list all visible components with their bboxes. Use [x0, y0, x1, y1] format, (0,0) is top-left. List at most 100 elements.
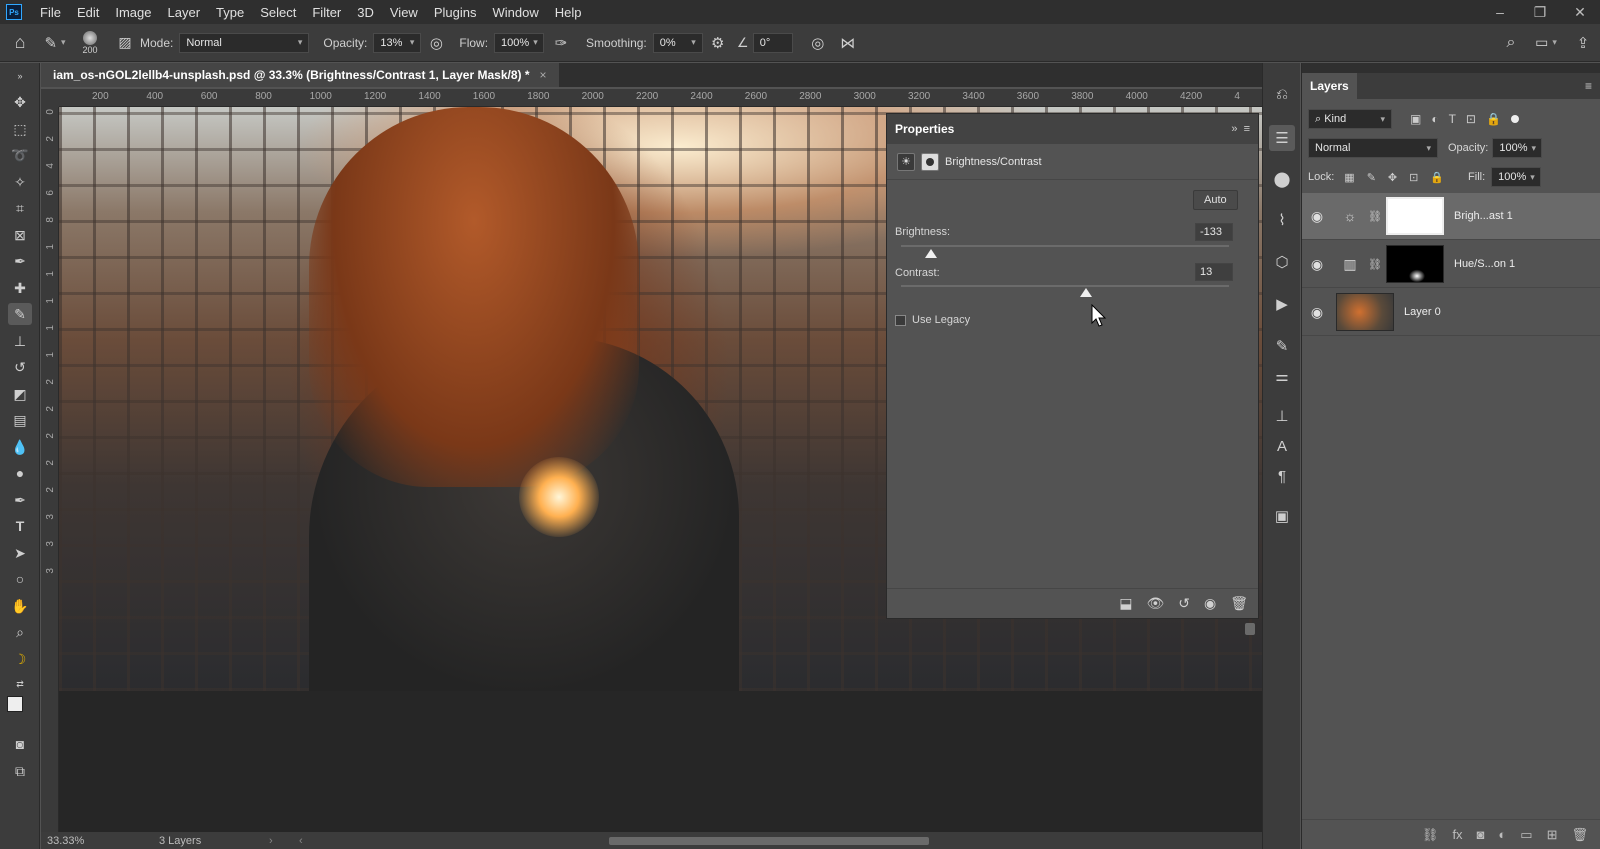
workspace-icon[interactable]: ▭ ▾	[1526, 34, 1566, 51]
brush-tool-icon[interactable]: ✎	[8, 303, 32, 325]
visibility-eye-icon[interactable]: ◉	[1302, 304, 1332, 321]
default-colors-icon[interactable]: ⇄	[8, 673, 32, 695]
paragraph-panel-icon[interactable]: ¶	[1269, 463, 1295, 489]
airbrush-icon[interactable]: ✑	[544, 34, 578, 52]
brush-size-picker[interactable]: 200	[70, 30, 110, 55]
pressure-opacity-icon[interactable]: ◎	[421, 34, 451, 52]
contrast-field[interactable]: 13	[1195, 263, 1233, 281]
layer-kind-filter[interactable]: ⌕ Kind ▾	[1308, 109, 1392, 129]
brightness-field[interactable]: -133	[1195, 223, 1233, 241]
new-adjustment-icon[interactable]: ◐	[1498, 827, 1506, 842]
libraries-panel-icon[interactable]: ▣	[1269, 503, 1295, 529]
type-tool-icon[interactable]: T	[8, 515, 32, 537]
quick-mask-icon[interactable]: ◙	[8, 733, 32, 755]
adjustments-panel-icon[interactable]: ⚌	[1269, 363, 1295, 389]
close-window-icon[interactable]: ✕	[1560, 0, 1600, 24]
lock-icons[interactable]: ▦✎✥⊡🔒	[1344, 171, 1456, 184]
zoom-tool-icon[interactable]: ⌕	[8, 621, 32, 643]
blend-mode-select[interactable]: Normal ▾	[1308, 138, 1438, 158]
move-tool-icon[interactable]: ✥	[8, 91, 32, 113]
brush-preset-icon[interactable]: ✎ ▾	[40, 34, 70, 52]
filter-toggle-icon[interactable]	[1510, 115, 1519, 123]
layer-row-hue-saturation[interactable]: ◉ ▥ ⛓ Hue/S...on 1	[1302, 241, 1600, 288]
foreground-color-swatch[interactable]	[7, 696, 23, 712]
auto-button[interactable]: Auto	[1193, 190, 1238, 210]
menu-file[interactable]: File	[32, 5, 69, 20]
clip-to-layer-icon[interactable]: ⬓	[1119, 595, 1132, 612]
layer-row-layer-0[interactable]: ◉ Layer 0	[1302, 289, 1600, 336]
menu-image[interactable]: Image	[107, 5, 159, 20]
use-legacy-row[interactable]: Use Legacy	[895, 314, 970, 326]
menu-type[interactable]: Type	[208, 5, 252, 20]
screen-mode-icon[interactable]: ⧉	[8, 760, 32, 782]
layers-menu-icon[interactable]: ≡	[1585, 79, 1592, 93]
link-icon[interactable]: ⛓	[1368, 210, 1386, 223]
delete-layer-icon[interactable]: 🗑	[1571, 827, 1588, 843]
eraser-tool-icon[interactable]: ◩	[8, 383, 32, 405]
brightness-sun-icon[interactable]: ☀	[897, 152, 915, 171]
trash-icon[interactable]: 🗑	[1230, 595, 1248, 612]
menu-plugins[interactable]: Plugins	[426, 5, 485, 20]
contrast-slider[interactable]	[901, 285, 1229, 287]
lasso-tool-icon[interactable]: ➰	[8, 144, 32, 166]
mask-icon[interactable]	[921, 152, 939, 171]
layers-tab[interactable]: Layers	[1302, 73, 1357, 99]
visibility-eye-icon[interactable]: ◉	[1204, 595, 1216, 612]
pen-tool-icon[interactable]: ✒	[8, 489, 32, 511]
panel-menu-icon[interactable]: ≡	[1244, 123, 1250, 135]
layer-thumbnail[interactable]	[1336, 293, 1394, 331]
angle-field[interactable]: 0°	[752, 32, 793, 53]
horizontal-scroll-thumb[interactable]	[609, 837, 929, 845]
character-panel-icon[interactable]: A	[1269, 433, 1295, 459]
search-icon[interactable]: ⌕	[1496, 34, 1526, 52]
menu-help[interactable]: Help	[547, 5, 590, 20]
new-layer-icon[interactable]: ⊞	[1547, 827, 1558, 843]
restore-icon[interactable]: ❐	[1520, 0, 1560, 24]
brightness-slider-thumb[interactable]	[924, 249, 937, 258]
menu-layer[interactable]: Layer	[160, 5, 209, 20]
hand-tool-icon[interactable]: ✋	[8, 595, 32, 617]
actions-panel-icon[interactable]: ▶	[1269, 291, 1295, 317]
path-select-tool-icon[interactable]: ➤	[8, 542, 32, 564]
quick-select-tool-icon[interactable]: ✧	[8, 171, 32, 193]
layer-mask-thumbnail[interactable]	[1386, 197, 1444, 235]
contrast-slider-thumb[interactable]	[1079, 288, 1092, 297]
eyedropper-tool-icon[interactable]: ✒	[8, 250, 32, 272]
channels-panel-icon[interactable]: ⬤	[1269, 166, 1295, 192]
zoom-level[interactable]: 33.33%	[41, 835, 159, 847]
layer-mask-thumbnail[interactable]	[1386, 245, 1444, 283]
menu-window[interactable]: Window	[484, 5, 546, 20]
brightness-slider[interactable]	[901, 245, 1229, 247]
3d-panel-icon[interactable]: ⬡	[1269, 249, 1295, 275]
paths-panel-icon[interactable]: ⌇	[1269, 207, 1295, 233]
stamp-tool-icon[interactable]: ⊥	[8, 330, 32, 352]
filter-type-icons[interactable]: ▣◐T⊡🔒	[1410, 112, 1511, 126]
menu-edit[interactable]: Edit	[69, 5, 107, 20]
link-layers-icon[interactable]: ⛓	[1422, 827, 1439, 843]
pressure-size-icon[interactable]: ◎	[803, 34, 833, 52]
new-group-icon[interactable]: ▭	[1520, 827, 1532, 843]
share-icon[interactable]: ⇪	[1566, 34, 1600, 52]
crop-tool-icon[interactable]: ⌗	[8, 197, 32, 219]
layer-row-brightness[interactable]: ◉ ☼ ⛓ Brigh...ast 1	[1302, 193, 1600, 240]
menu-filter[interactable]: Filter	[304, 5, 349, 20]
menu-select[interactable]: Select	[252, 5, 304, 20]
home-icon[interactable]: ⌂	[0, 32, 40, 53]
collapse-panel-icon[interactable]: »	[1231, 123, 1237, 135]
clone-source-panel-icon[interactable]: ⊥	[1269, 403, 1295, 429]
properties-panel-icon[interactable]: ☰	[1269, 125, 1295, 151]
menu-view[interactable]: View	[382, 5, 426, 20]
flow-field[interactable]: 100% ▾	[494, 32, 545, 53]
smoothing-settings-gear-icon[interactable]: ⚙	[703, 34, 733, 52]
smoothing-field[interactable]: 0% ▾	[652, 32, 703, 53]
menu-3d[interactable]: 3D	[349, 5, 382, 20]
opacity-field[interactable]: 13% ▾	[373, 32, 422, 53]
vertical-scrollbar[interactable]	[1245, 615, 1255, 815]
add-mask-icon[interactable]: ◙	[1477, 827, 1485, 842]
brush-settings-panel-icon[interactable]: ✎	[1269, 333, 1295, 359]
status-chevron-icon[interactable]: ›	[269, 835, 299, 847]
view-previous-icon[interactable]: 👁	[1146, 595, 1164, 612]
minimize-icon[interactable]: –	[1480, 0, 1520, 24]
visibility-eye-icon[interactable]: ◉	[1302, 256, 1332, 273]
symmetry-butterfly-icon[interactable]: ⋈	[833, 34, 863, 52]
